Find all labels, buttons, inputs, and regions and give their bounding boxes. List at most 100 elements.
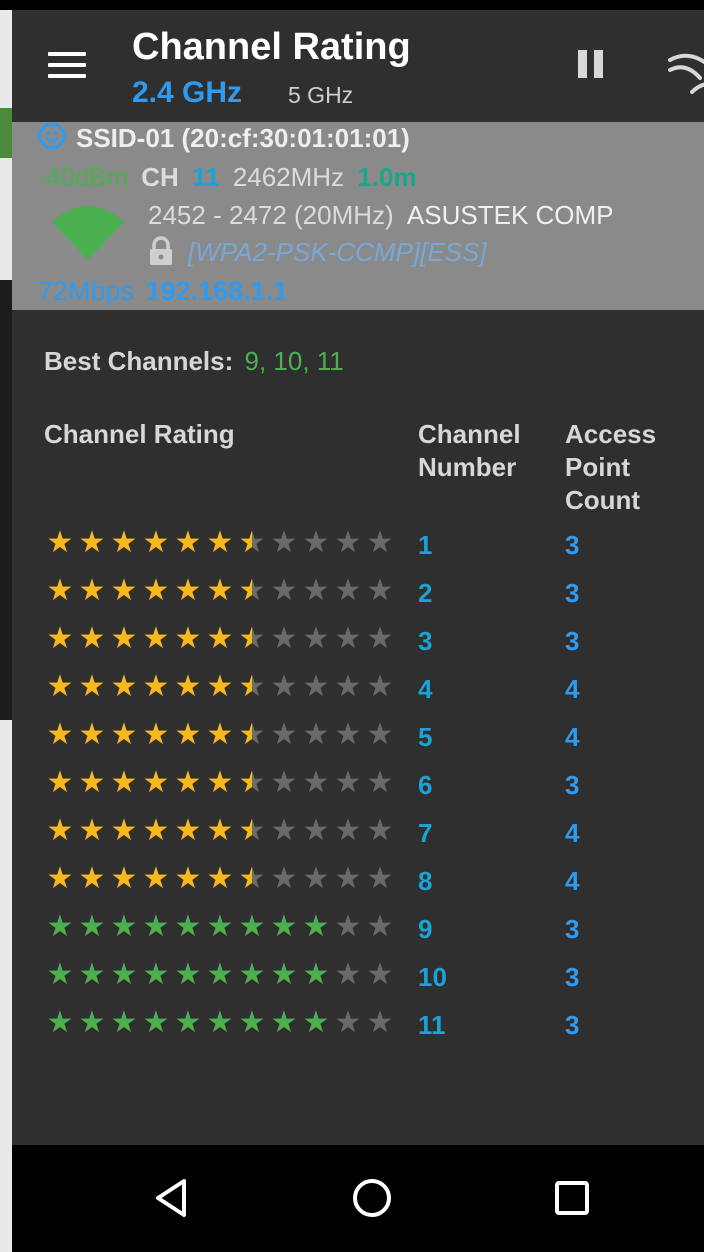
star-half-icon: ★ (236, 862, 268, 896)
star-full-icon: ★ (142, 526, 170, 559)
star-empty-icon: ★ (302, 766, 330, 799)
star-full-icon: ★ (270, 1006, 298, 1039)
star-empty-icon: ★ (366, 622, 394, 655)
star-full-icon: ★ (78, 958, 106, 991)
star-empty-icon: ★ (366, 958, 394, 991)
star-full-icon: ★ (110, 670, 138, 703)
header-channel-rating: Channel Rating (44, 419, 235, 449)
star-full-icon: ★ (46, 910, 74, 943)
star-full-icon: ★ (142, 718, 170, 751)
lock-icon (150, 236, 172, 265)
star-half-icon: ★ (236, 526, 268, 560)
home-icon[interactable] (347, 1173, 397, 1223)
star-full-icon: ★ (174, 670, 202, 703)
star-full-icon: ★ (110, 622, 138, 655)
star-empty-icon: ★ (270, 814, 298, 847)
access-point-card[interactable]: SSID-01 (20:cf:30:01:01:01) -40dBm CH 11… (12, 122, 704, 310)
star-empty-icon: ★ (334, 718, 362, 751)
star-full-icon: ★ (110, 958, 138, 991)
star-empty-icon: ★ (334, 670, 362, 703)
star-full-icon: ★ (206, 862, 234, 895)
best-channels-value: 9, 10, 11 (244, 346, 344, 376)
star-empty-icon: ★ (334, 814, 362, 847)
star-full-icon: ★ (142, 814, 170, 847)
menu-icon-line (48, 74, 86, 78)
star-empty-icon: ★ (302, 862, 330, 895)
wifi-scan-icon[interactable] (666, 40, 704, 96)
menu-button[interactable] (48, 52, 88, 82)
best-channels-label: Best Channels: (44, 346, 234, 376)
star-full-icon: ★ (78, 910, 106, 943)
star-full-icon: ★ (78, 766, 106, 799)
star-empty-icon: ★ (366, 574, 394, 607)
channel-number: 11 (418, 1010, 446, 1040)
ssid-row: SSID-01 (20:cf:30:01:01:01) (38, 122, 410, 154)
star-empty-icon: ★ (334, 526, 362, 559)
header-ap-count: Access Point Count (565, 418, 656, 517)
star-full-icon: ★ (110, 910, 138, 943)
star-empty-icon: ★ (302, 574, 330, 607)
back-icon[interactable] (148, 1173, 198, 1223)
recents-icon[interactable] (547, 1173, 597, 1223)
menu-icon-line (48, 63, 86, 67)
star-full-icon: ★ (142, 910, 170, 943)
star-full-icon: ★ (142, 766, 170, 799)
star-full-icon: ★ (238, 1006, 266, 1039)
pause-button[interactable] (578, 50, 606, 80)
app-bar: Channel Rating 2.4 GHz 5 GHz (12, 10, 704, 122)
star-half-icon: ★ (236, 718, 268, 752)
star-empty-icon: ★ (366, 718, 394, 751)
star-full-icon: ★ (142, 862, 170, 895)
channel-range: 2452 - 2472 (20MHz) (148, 200, 394, 230)
channel-number: 4 (418, 674, 433, 704)
star-full-icon: ★ (206, 574, 234, 607)
star-full-icon: ★ (78, 862, 106, 895)
wifi-icon (52, 206, 124, 260)
channel-number: 9 (418, 914, 433, 944)
tab-5-ghz[interactable]: 5 GHz (288, 82, 353, 109)
star-full-icon: ★ (142, 574, 170, 607)
star-full-icon: ★ (206, 622, 234, 655)
star-empty-icon: ★ (366, 862, 394, 895)
star-empty-icon: ★ (334, 910, 362, 943)
ap-count: 4 (565, 866, 580, 896)
page-title: Channel Rating (132, 26, 411, 68)
star-full-icon: ★ (78, 622, 106, 655)
header-ap-count-line: Point (565, 452, 630, 482)
star-full-icon: ★ (302, 910, 330, 943)
star-empty-icon: ★ (270, 574, 298, 607)
tab-2-4-ghz[interactable]: 2.4 GHz (132, 76, 242, 110)
star-full-icon: ★ (142, 670, 170, 703)
ap-count: 3 (565, 578, 580, 608)
star-empty-icon: ★ (366, 814, 394, 847)
star-full-icon: ★ (46, 1006, 74, 1039)
star-empty-icon: ★ (270, 622, 298, 655)
star-full-icon: ★ (174, 574, 202, 607)
ap-count: 3 (565, 1010, 580, 1040)
distance-value: 1.0m (357, 162, 417, 192)
menu-icon-line (48, 52, 86, 56)
star-full-icon: ★ (206, 670, 234, 703)
star-full-icon: ★ (46, 526, 74, 559)
star-half-icon: ★ (236, 574, 268, 608)
star-full-icon: ★ (110, 1006, 138, 1039)
background-green-block (0, 108, 12, 158)
star-empty-icon: ★ (270, 526, 298, 559)
star-full-icon: ★ (46, 718, 74, 751)
header-channel-number: Channel Number (418, 418, 521, 484)
channel-value: 11 (192, 162, 220, 192)
star-full-icon: ★ (206, 958, 234, 991)
star-empty-icon: ★ (334, 862, 362, 895)
star-half-icon: ★ (236, 766, 268, 800)
star-full-icon: ★ (174, 958, 202, 991)
star-empty-icon: ★ (270, 766, 298, 799)
star-half-icon: ★ (236, 622, 268, 656)
star-full-icon: ★ (174, 718, 202, 751)
star-empty-icon: ★ (302, 814, 330, 847)
channel-number: 3 (418, 626, 433, 656)
star-empty-icon: ★ (270, 718, 298, 751)
channel-number: 7 (418, 818, 433, 848)
ip-address: 192.168.1.1 (145, 276, 289, 306)
star-empty-icon: ★ (270, 670, 298, 703)
star-full-icon: ★ (78, 670, 106, 703)
